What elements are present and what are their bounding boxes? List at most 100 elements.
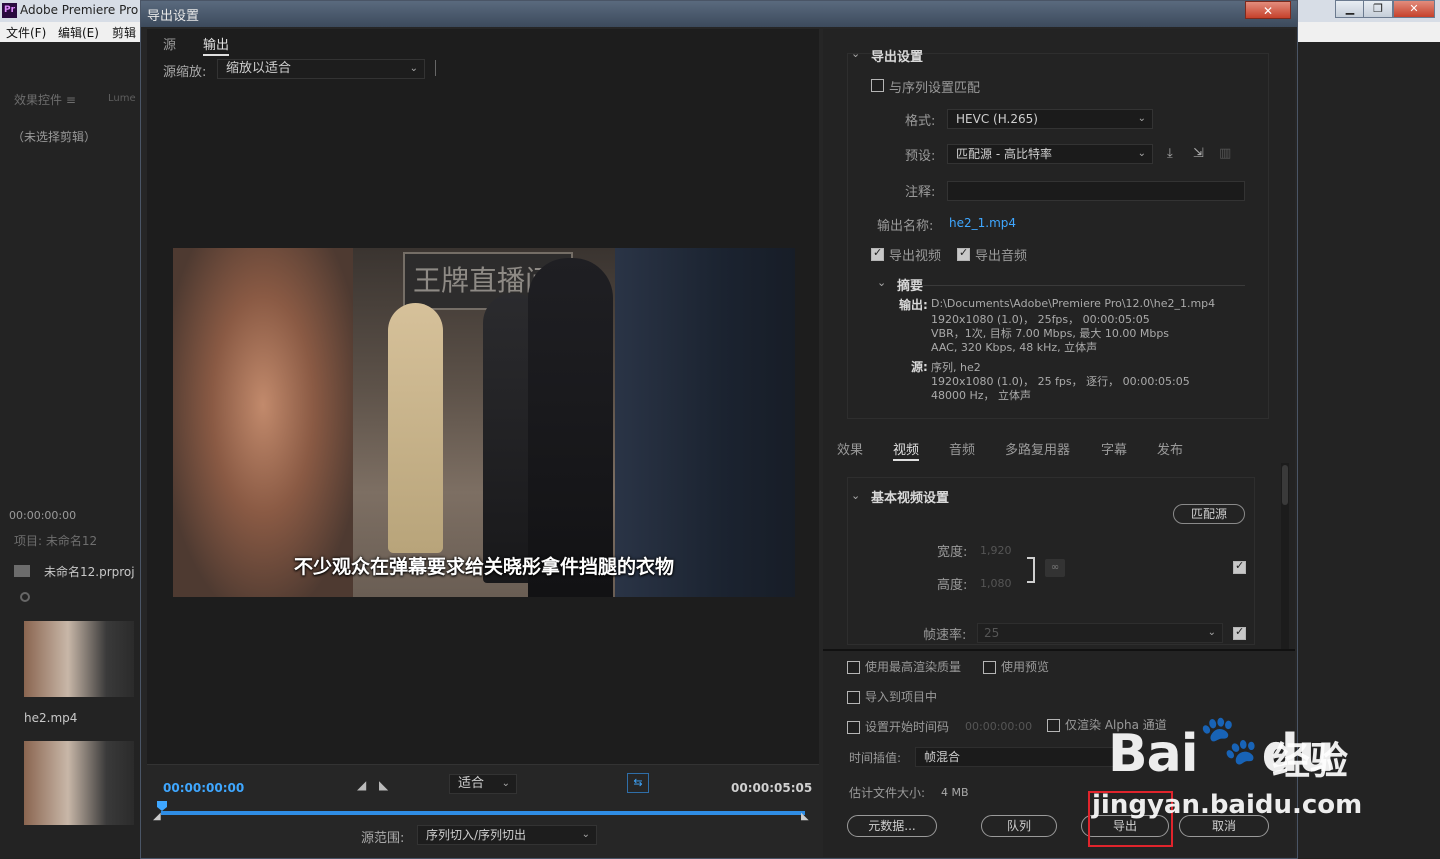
maximize-icon[interactable]: ❐ (1363, 0, 1393, 18)
render-alpha-checkbox[interactable] (1047, 719, 1060, 735)
chevron-down-icon: ⌄ (581, 829, 590, 840)
link-icon[interactable]: ∞ (1045, 559, 1065, 577)
dialog-close-button[interactable]: ✕ (1245, 1, 1291, 19)
paw-icon: 🐾 (1199, 712, 1259, 768)
time-interp-select[interactable]: 帧混合 (915, 747, 1115, 767)
delete-preset-icon[interactable]: ▥ (1219, 146, 1231, 161)
source-scale-value: 缩放以适合 (226, 61, 292, 76)
chevron-down-icon[interactable]: ⌄ (877, 276, 886, 289)
match-size-checkbox[interactable] (1233, 559, 1246, 577)
scrollbar-thumb[interactable] (1282, 465, 1288, 505)
tab-multiplexer[interactable]: 多路复用器 (1005, 439, 1070, 458)
watermark-brand: Bai (1108, 724, 1199, 784)
zoom-fit-select[interactable]: 适合 ⌄ (449, 774, 517, 794)
dialog-titlebar (141, 1, 1297, 27)
import-preset-icon[interactable]: ⇲ (1193, 146, 1204, 161)
summary-source-label: 源: (911, 360, 928, 374)
chevron-down-icon: ⌄ (1137, 148, 1146, 159)
range-in-handle-icon[interactable]: ◢ (153, 811, 161, 822)
timeline-track[interactable] (161, 811, 805, 815)
watermark-url: jingyan.baidu.com (1092, 790, 1363, 820)
source-scale-label: 源缩放: (163, 65, 207, 80)
aspect-correction-icon[interactable]: ⇆ (627, 773, 649, 793)
max-render-quality-checkbox[interactable] (847, 661, 860, 677)
source-range-label: 源范围: (361, 831, 405, 846)
minimize-icon[interactable]: ▁ (1335, 0, 1365, 18)
comment-label: 注释: (905, 185, 936, 200)
mark-out-icon[interactable]: ◣ (379, 778, 388, 792)
lumetri-tab[interactable]: Lume (108, 93, 136, 104)
match-sequence-label: 与序列设置匹配 (889, 81, 981, 96)
chevron-down-icon[interactable]: ⌄ (851, 47, 860, 60)
import-into-project-checkbox[interactable] (847, 691, 860, 707)
height-value: 1,080 (980, 577, 1012, 590)
queue-button[interactable]: 队列 (981, 815, 1057, 837)
export-audio-label: 导出音频 (975, 249, 1028, 264)
match-source-button[interactable]: 匹配源 (1173, 504, 1245, 524)
set-start-timecode-checkbox[interactable] (847, 721, 860, 737)
format-select[interactable]: HEVC (H.265) ⌄ (947, 109, 1153, 129)
mark-in-icon[interactable]: ◢ (357, 778, 366, 792)
tab-publish[interactable]: 发布 (1157, 439, 1183, 458)
tab-source[interactable]: 源 (163, 34, 176, 53)
dialog-title: 导出设置 (147, 9, 200, 24)
preset-value: 匹配源 - 高比特率 (956, 147, 1052, 161)
tab-captions[interactable]: 字幕 (1101, 439, 1127, 458)
range-out-handle-icon[interactable]: ◣ (801, 811, 809, 822)
video-subtitle: 不少观众在弹幕要求给关晓彤拿件挡腿的衣物 (293, 556, 674, 578)
framerate-select[interactable]: 25 ⌄ (977, 623, 1223, 643)
format-label: 格式: (905, 114, 936, 129)
start-timecode-value[interactable]: 00:00:00:00 (965, 720, 1032, 733)
tab-effects[interactable]: 效果 (837, 439, 863, 458)
preset-label: 预设: (905, 149, 936, 164)
timecode-duration: 00:00:05:05 (731, 781, 813, 795)
summary-output-line: AAC, 320 Kbps, 48 kHz, 立体声 (931, 341, 1098, 354)
match-sequence-checkbox[interactable] (871, 79, 884, 95)
format-value: HEVC (H.265) (956, 112, 1038, 126)
timecode-current[interactable]: 00:00:00:00 (163, 781, 244, 795)
premiere-logo-icon: Pr (2, 3, 17, 18)
save-preset-icon[interactable]: ⤓ (1167, 146, 1173, 161)
chevron-down-icon: ⌄ (1207, 627, 1216, 638)
tab-output[interactable]: 输出 (203, 34, 230, 56)
preview-timeline: 00:00:00:00 ◢ ◣ 适合 ⌄ ⇆ 00:00:05:05 ◢ ◣ 源… (147, 764, 819, 857)
divider (435, 60, 436, 76)
export-video-checkbox[interactable] (871, 246, 884, 264)
video-person (388, 303, 443, 553)
tab-video[interactable]: 视频 (893, 439, 920, 461)
close-icon[interactable]: ✕ (1393, 0, 1435, 18)
source-scale-select[interactable]: 缩放以适合 ⌄ (217, 59, 425, 79)
tab-audio[interactable]: 音频 (949, 439, 975, 458)
comment-input[interactable] (947, 181, 1245, 201)
preset-select[interactable]: 匹配源 - 高比特率 ⌄ (947, 144, 1153, 164)
project-panel-title[interactable]: 项目: 未命名12 (14, 532, 97, 549)
source-range-select[interactable]: 序列切入/序列切出 ⌄ (417, 825, 597, 845)
clip-name: he2.mp4 (24, 711, 78, 725)
est-size-label: 估计文件大小: (849, 786, 926, 800)
width-label: 宽度: (937, 545, 968, 560)
max-render-quality-label: 使用最高渲染质量 (865, 660, 962, 674)
use-previews-checkbox[interactable] (983, 661, 996, 677)
zoom-fit-value: 适合 (458, 776, 485, 791)
menu-edit[interactable]: 编辑(E) (58, 24, 99, 41)
playhead-icon[interactable] (157, 801, 167, 811)
framerate-label: 帧速率: (923, 628, 967, 643)
output-name-link[interactable]: he2_1.mp4 (949, 216, 1016, 230)
export-audio-checkbox[interactable] (957, 246, 970, 264)
menu-file[interactable]: 文件(F) (6, 24, 46, 41)
height-label: 高度: (937, 578, 968, 593)
metadata-button[interactable]: 元数据... (847, 815, 937, 837)
match-framerate-checkbox[interactable] (1233, 625, 1246, 643)
clip-thumbnail[interactable] (24, 741, 134, 825)
export-video-label: 导出视频 (889, 249, 942, 264)
video-blur-right (615, 248, 795, 597)
divider (915, 285, 1245, 286)
search-icon[interactable] (20, 592, 30, 602)
effects-controls-tab[interactable]: 效果控件 ≡ (14, 91, 76, 108)
est-size-value: 4 MB (941, 786, 969, 799)
clip-thumbnail[interactable] (24, 621, 134, 697)
chevron-down-icon[interactable]: ⌄ (851, 489, 860, 502)
output-name-label: 输出名称: (877, 219, 934, 234)
chevron-down-icon: ⌄ (1137, 113, 1146, 124)
menu-clip[interactable]: 剪辑 (112, 24, 136, 41)
